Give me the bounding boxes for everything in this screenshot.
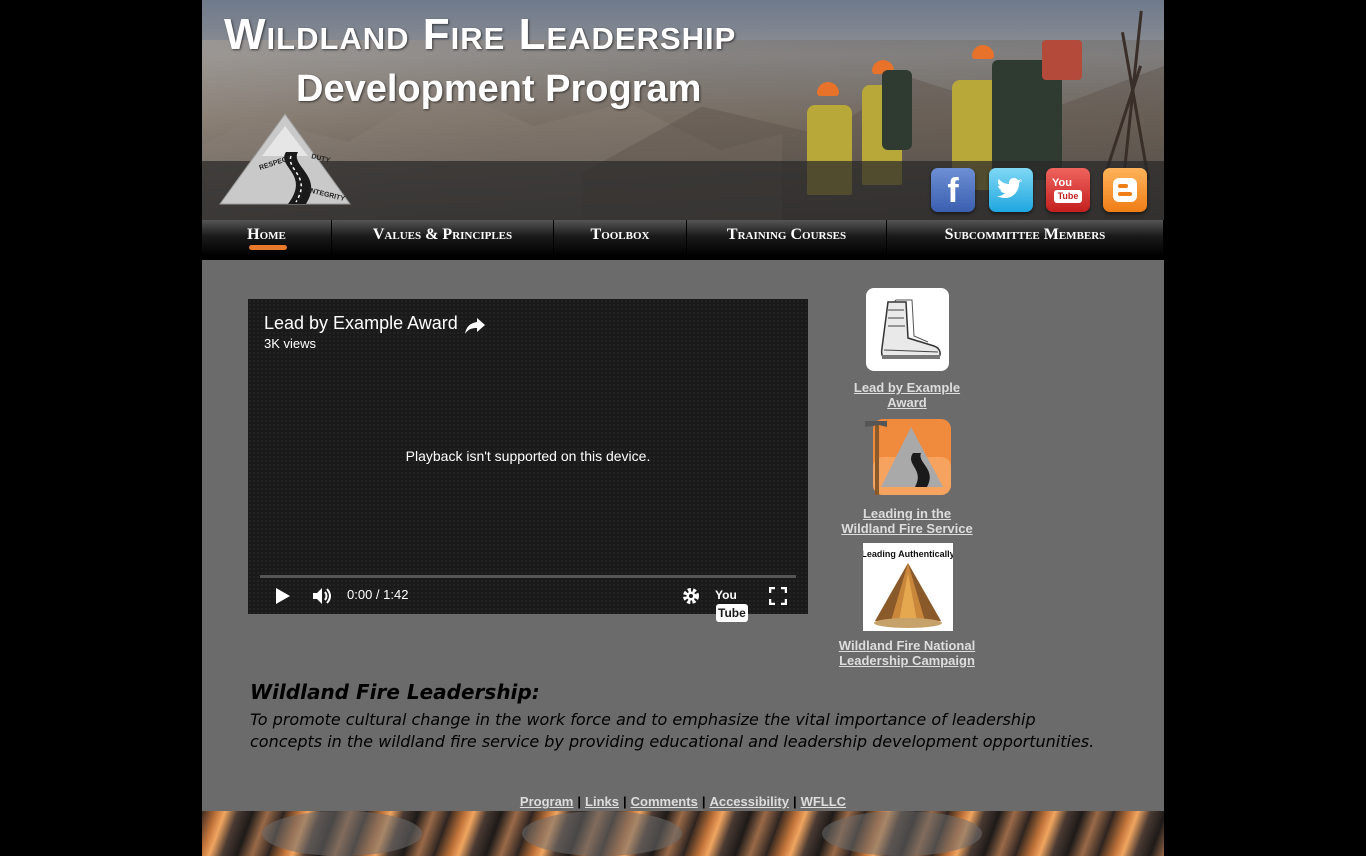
campaign-badge: Leading Authentically [861, 549, 955, 628]
play-icon[interactable] [275, 587, 291, 605]
blogger-icon[interactable] [1103, 168, 1147, 212]
nav-toolbox[interactable]: Toolbox [554, 220, 687, 256]
youtube-icon-box: Tube [1054, 190, 1082, 203]
flames-footer-image [202, 811, 1164, 856]
youtube-logo[interactable]: You Tube [715, 586, 753, 622]
nav-values-label: Values & Principles [372, 226, 513, 243]
sidebar-link-line: Wildland Fire National [838, 638, 976, 653]
campaign-badge-text: Leading Authentically [863, 549, 953, 559]
nav-training-courses[interactable]: Training Courses [687, 220, 887, 256]
sidebar-link-line: Leadership Campaign [839, 653, 975, 668]
boot-drawing [880, 299, 941, 359]
nav-subcommittee-label: Subcommittee Members [944, 226, 1106, 243]
header-banner: Wildland Fire Leadership Development Pro… [202, 0, 1164, 220]
footer-link-program[interactable]: Program [520, 794, 573, 809]
boot-icon[interactable] [866, 288, 949, 371]
nav-active-indicator [249, 245, 287, 250]
sidebar-link-leadership-campaign[interactable]: Wildland Fire National Leadership Campai… [807, 638, 1007, 668]
nav-home[interactable]: Home [202, 220, 332, 256]
sidebar-link-leading-wfs[interactable]: Leading in the Wildland Fire Service [807, 506, 1007, 536]
twitter-bird [997, 178, 1022, 198]
yt-logo-tube: Tube [716, 604, 748, 622]
pulaski-logo-icon[interactable] [863, 417, 953, 499]
fullscreen-icon[interactable] [769, 587, 787, 605]
mission-line: To promote cultural change in the work f… [250, 710, 1036, 729]
program-logo[interactable]: RESPECT DUTY INTEGRITY [216, 112, 354, 208]
nav-subcommittee-members[interactable]: Subcommittee Members [887, 220, 1164, 256]
footer-separator: | [701, 794, 706, 809]
mission-statement: To promote cultural change in the work f… [250, 709, 1160, 753]
video-player[interactable]: Lead by Example Award 3K views Playback … [248, 299, 808, 622]
playback-message: Playback isn't supported on this device. [405, 448, 651, 464]
nav-training-label: Training Courses [726, 226, 847, 243]
footer-links: Program | Links | Comments | Accessibility | WFL… [202, 793, 1164, 811]
nav-values-principles[interactable]: Values & Principles [332, 220, 554, 256]
footer-separator: | [577, 794, 582, 809]
mission-heading: Wildland Fire Leadership: [250, 680, 540, 704]
footer-link-links[interactable]: Links [585, 794, 619, 809]
sidebar-link-line: Award [887, 395, 927, 410]
volume-icon[interactable] [312, 586, 334, 606]
youtube-icon[interactable]: You Tube [1046, 168, 1090, 212]
facebook-icon[interactable]: f [931, 168, 975, 212]
facebook-glyph: f [947, 172, 959, 210]
sidebar-link-lead-by-example[interactable]: Lead by Example Award [807, 380, 1007, 410]
page-container: Wildland Fire Leadership Development Pro… [202, 0, 1164, 856]
sidebar-link-line: Wildland Fire Service [841, 521, 973, 536]
footer-link-wfllc[interactable]: WFLLC [801, 794, 846, 809]
nav-toolbox-label: Toolbox [590, 226, 650, 243]
footer-link-comments[interactable]: Comments [631, 794, 698, 809]
sidebar-link-line: Lead by Example [853, 380, 961, 395]
footer-separator: | [792, 794, 797, 809]
blogger-glyph [1113, 178, 1137, 202]
site-title: Wildland Fire Leadership [224, 10, 737, 59]
video-time: 0:00 / 1:42 [347, 587, 409, 602]
video-views: 3K views [264, 336, 317, 351]
video-progress-bar[interactable] [260, 575, 796, 578]
campaign-logo-icon[interactable]: Leading Authentically [861, 543, 955, 631]
youtube-icon-word: You [1052, 177, 1072, 189]
share-icon[interactable] [464, 314, 486, 336]
twitter-icon[interactable] [989, 168, 1033, 212]
mission-line: concepts in the wildland fire service by… [250, 732, 1095, 751]
sidebar-link-line: Leading in the [862, 506, 952, 521]
footer-link-accessibility[interactable]: Accessibility [709, 794, 789, 809]
video-title[interactable]: Lead by Example Award [264, 311, 458, 335]
settings-icon[interactable] [682, 587, 700, 605]
yt-logo-you: You [715, 588, 737, 602]
site-subtitle: Development Program [296, 68, 702, 110]
footer-separator: | [622, 794, 627, 809]
main-nav: Home Values & Principles Toolbox Trainin… [202, 220, 1164, 260]
